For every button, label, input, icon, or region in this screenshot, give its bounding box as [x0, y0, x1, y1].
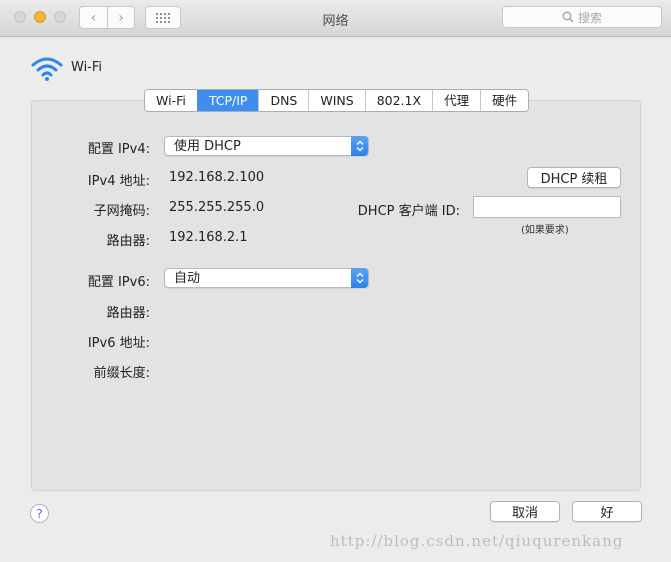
dhcp-client-id-hint: (如果要求) — [521, 225, 569, 236]
configure-ipv6-value: 自动 — [174, 271, 201, 286]
configure-ipv6-popup[interactable]: 自动 — [164, 268, 369, 288]
configure-ipv4-label: 配置 IPv4: — [87, 142, 150, 157]
tab-wifi[interactable]: Wi-Fi — [145, 90, 197, 111]
ipv6-address-label: IPv6 地址: — [87, 336, 150, 351]
question-mark-icon: ? — [36, 506, 43, 521]
ipv6-router-label: 路由器: — [106, 306, 150, 321]
subnet-mask-value: 255.255.255.0 — [169, 200, 265, 215]
configure-ipv4-value: 使用 DHCP — [174, 139, 241, 154]
tab-dns[interactable]: DNS — [258, 90, 309, 111]
updown-arrows-icon — [351, 268, 368, 288]
title-bar: ‹ › 网络 搜索 — [0, 0, 671, 37]
tab-8021x[interactable]: 802.1X — [364, 90, 433, 111]
search-placeholder: 搜索 — [577, 10, 602, 25]
search-icon — [562, 11, 574, 23]
network-preferences-window: ‹ › 网络 搜索 Wi-Fi Wi-Fi TCP/IP DNS WINS 80… — [0, 0, 671, 562]
tab-wins[interactable]: WINS — [308, 90, 365, 111]
dhcp-client-id-field[interactable] — [473, 196, 621, 218]
ipv4-router-label: 路由器: — [106, 234, 150, 249]
interface-name: Wi-Fi — [71, 60, 103, 75]
ipv4-address-label: IPv4 地址: — [87, 174, 150, 189]
prefix-length-label: 前缀长度: — [93, 366, 150, 381]
tab-bar: Wi-Fi TCP/IP DNS WINS 802.1X 代理 硬件 — [144, 89, 530, 112]
configure-ipv6-label: 配置 IPv6: — [87, 275, 150, 290]
configure-ipv4-popup[interactable]: 使用 DHCP — [164, 136, 369, 156]
ipv4-address-value: 192.168.2.100 — [169, 170, 265, 185]
ipv4-router-value: 192.168.2.1 — [169, 230, 248, 245]
help-button[interactable]: ? — [30, 504, 49, 523]
settings-panel — [31, 100, 641, 491]
tab-proxy[interactable]: 代理 — [432, 90, 481, 111]
tab-hardware[interactable]: 硬件 — [480, 90, 529, 111]
subnet-mask-label: 子网掩码: — [93, 204, 150, 219]
ok-button[interactable]: 好 — [572, 501, 642, 522]
cancel-button[interactable]: 取消 — [490, 501, 560, 522]
watermark: http://blog.csdn.net/qiuqurenkang — [330, 532, 624, 550]
dhcp-client-id-label: DHCP 客户端 ID: — [357, 204, 460, 219]
updown-arrows-icon — [351, 136, 368, 156]
dhcp-renew-button[interactable]: DHCP 续租 — [527, 167, 621, 188]
search-field[interactable]: 搜索 — [502, 6, 662, 28]
tab-tcpip[interactable]: TCP/IP — [196, 90, 259, 111]
wifi-icon — [31, 57, 63, 81]
